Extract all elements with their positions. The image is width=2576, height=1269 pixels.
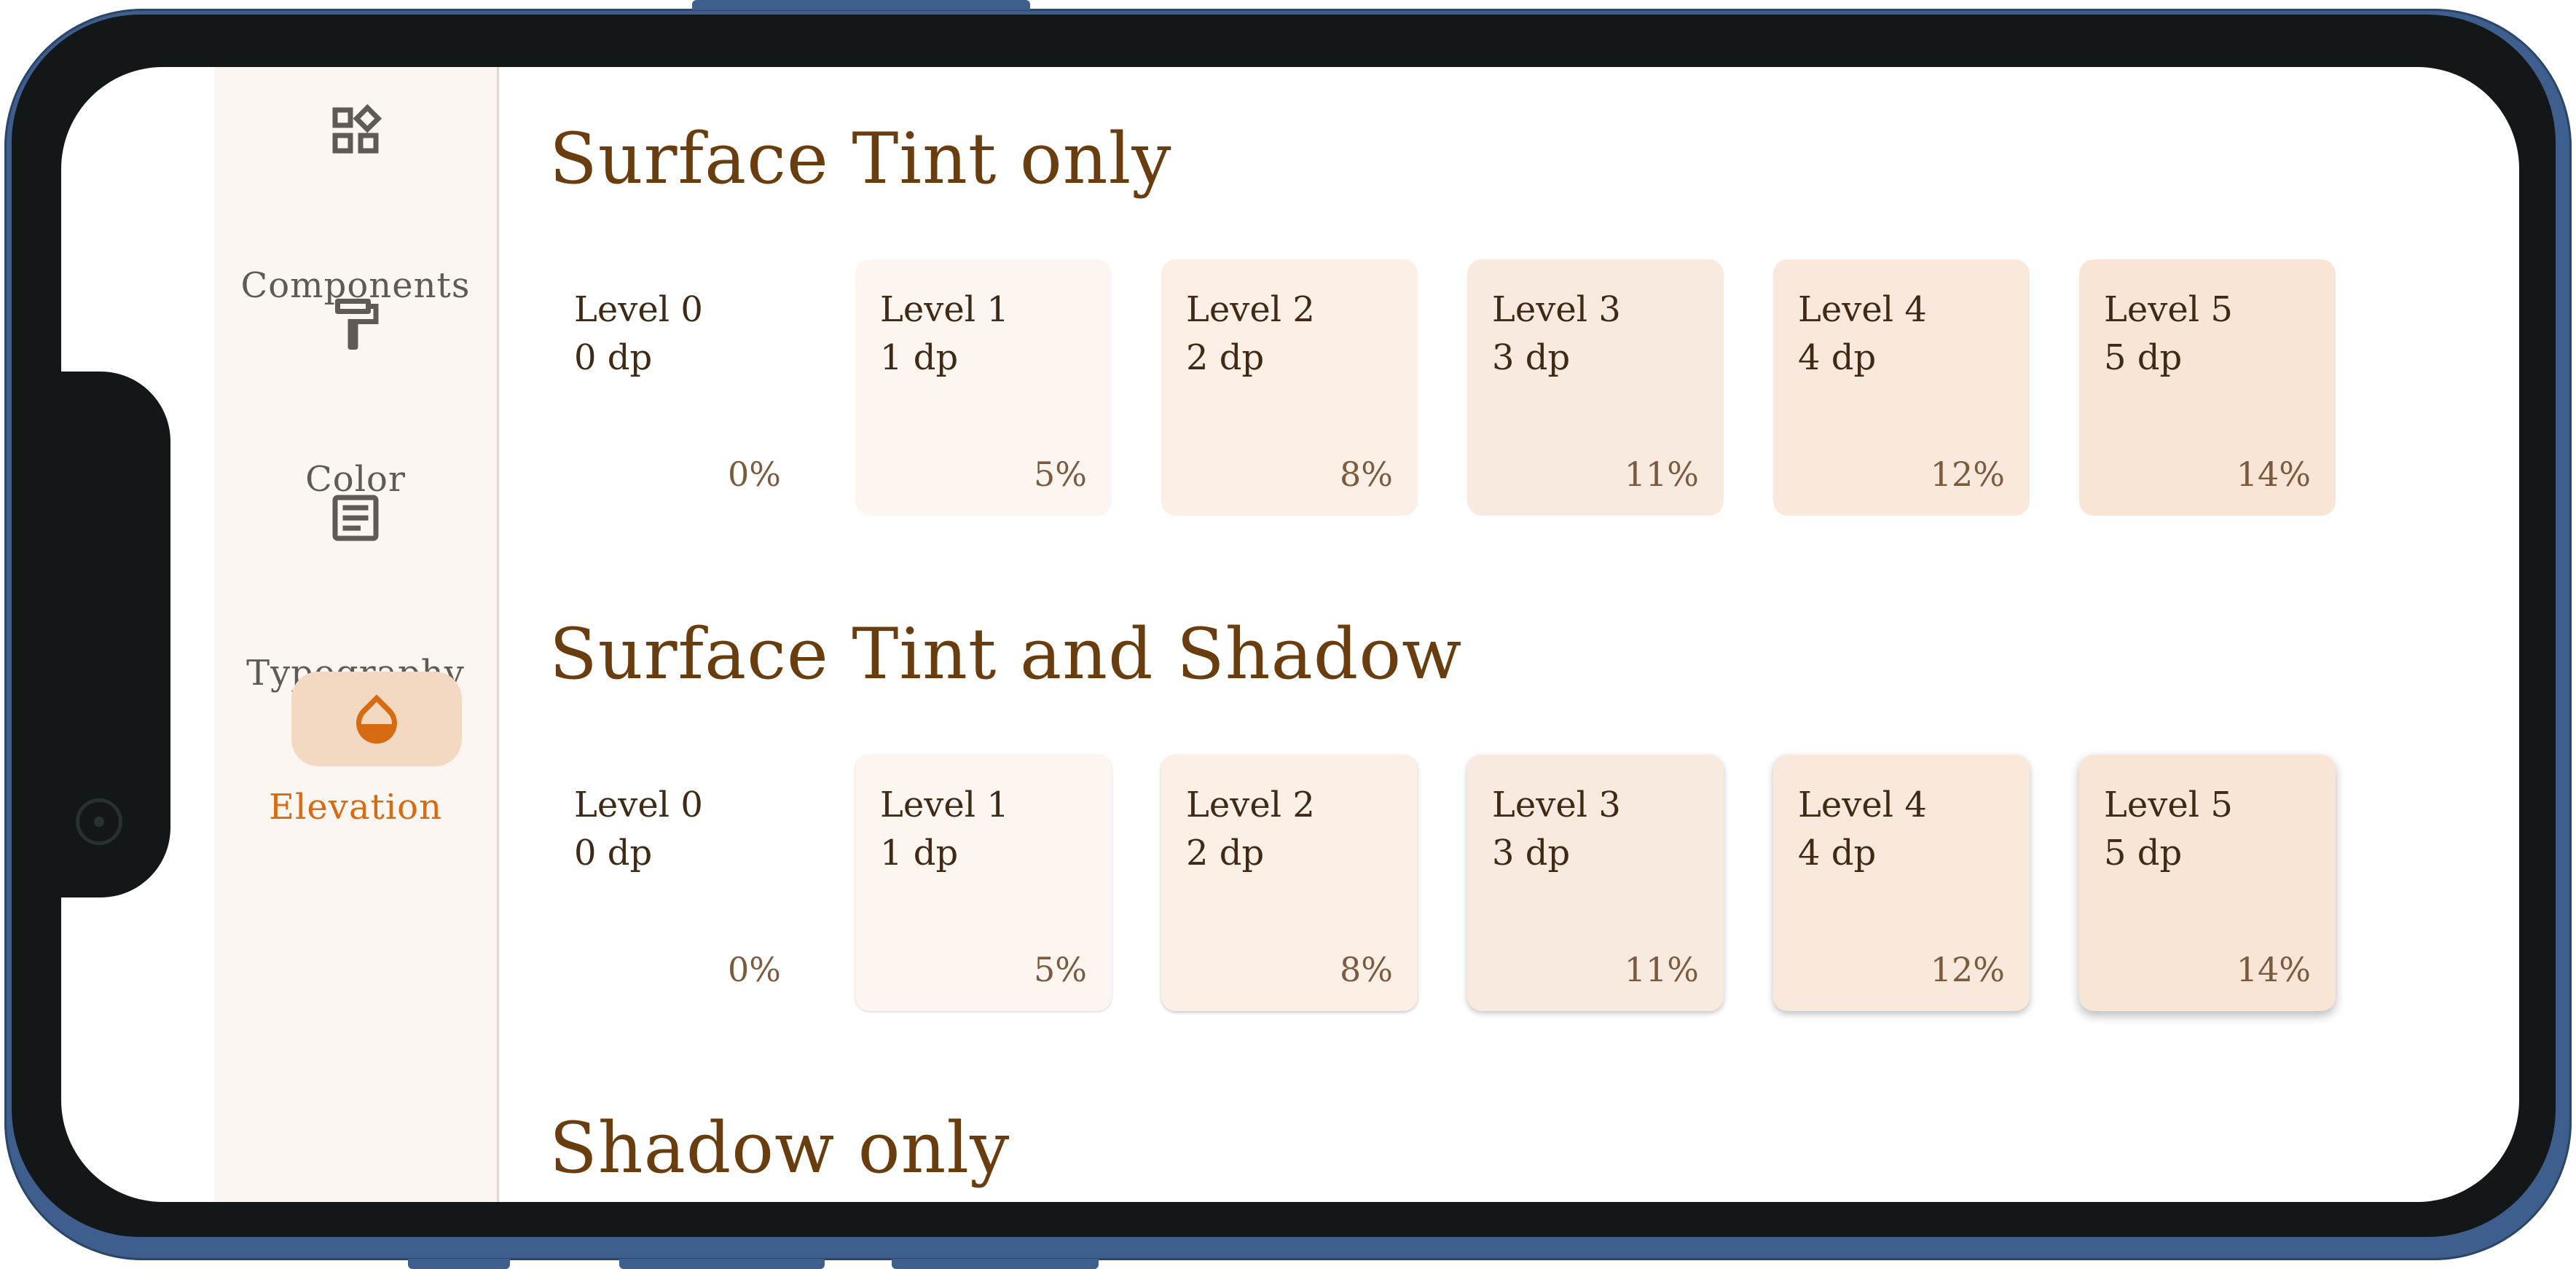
active-indicator	[291, 672, 462, 766]
card-level: Level 1	[880, 289, 1009, 330]
nav-item-typography[interactable]: Typography	[214, 491, 497, 694]
card-dp: 1 dp	[880, 833, 959, 873]
phone-bottom-button-3	[892, 1259, 1099, 1269]
card-tint-shadow-level-5: Level 5 5 dp 14%	[2079, 755, 2336, 1011]
nav-item-elevation[interactable]: Elevation	[214, 672, 497, 890]
card-percent: 12%	[1930, 950, 2005, 989]
card-dp: 5 dp	[2104, 833, 2183, 873]
card-level: Level 3	[1492, 289, 1621, 330]
card-tint-shadow-level-1: Level 1 1 dp 5%	[855, 755, 1112, 1011]
screen: Components Color Typography	[61, 67, 2519, 1202]
card-tint-shadow-level-2: Level 2 2 dp 8%	[1161, 755, 1418, 1011]
card-level: Level 2	[1186, 289, 1315, 330]
card-percent: 12%	[1930, 455, 2005, 494]
card-tint-level-0: Level 0 0 dp 0%	[549, 259, 806, 516]
card-tint-level-1: Level 1 1 dp 5%	[855, 259, 1112, 516]
card-level: Level 0	[574, 289, 703, 330]
phone-bottom-button-2	[619, 1259, 825, 1269]
card-percent: 11%	[1624, 950, 1699, 989]
card-percent: 14%	[2236, 455, 2311, 494]
nav-item-color[interactable]: Color	[214, 297, 497, 500]
card-dp: 0 dp	[574, 337, 653, 378]
card-dp: 2 dp	[1186, 833, 1265, 873]
card-level: Level 0	[574, 785, 703, 825]
card-tint-level-2: Level 2 2 dp 8%	[1161, 259, 1418, 516]
card-level: Level 3	[1492, 785, 1621, 825]
widgets-icon	[312, 103, 399, 157]
card-percent: 14%	[2236, 950, 2311, 989]
main-content: Surface Tint only Level 0 0 dp 0% Level 1…	[498, 67, 2519, 1202]
card-level: Level 4	[1798, 289, 1927, 330]
section-title-tint-and-shadow: Surface Tint and Shadow	[549, 613, 1463, 695]
card-dp: 2 dp	[1186, 337, 1265, 378]
card-tint-level-5: Level 5 5 dp 14%	[2079, 259, 2336, 516]
card-level: Level 2	[1186, 785, 1315, 825]
nav-item-components[interactable]: Components	[214, 103, 497, 306]
section-title-shadow-only: Shadow only	[549, 1107, 1010, 1189]
card-percent: 5%	[1034, 455, 1087, 494]
camera-icon	[76, 798, 122, 845]
card-percent: 8%	[1340, 455, 1393, 494]
card-percent: 8%	[1340, 950, 1393, 989]
card-percent: 11%	[1624, 455, 1699, 494]
opacity-icon	[356, 694, 397, 744]
card-dp: 1 dp	[880, 337, 959, 378]
card-level: Level 5	[2104, 785, 2233, 825]
card-tint-shadow-level-3: Level 3 3 dp 11%	[1467, 755, 1724, 1011]
card-percent: 0%	[728, 950, 781, 989]
card-percent: 5%	[1034, 950, 1087, 989]
card-tint-shadow-level-0: Level 0 0 dp 0%	[549, 755, 806, 1011]
phone-bottom-button-1	[408, 1259, 510, 1269]
card-dp: 5 dp	[2104, 337, 2183, 378]
article-icon	[312, 491, 399, 545]
phone-top-button	[692, 0, 1030, 10]
card-dp: 4 dp	[1798, 337, 1877, 378]
card-percent: 0%	[728, 455, 781, 494]
card-level: Level 4	[1798, 785, 1927, 825]
card-dp: 4 dp	[1798, 833, 1877, 873]
card-tint-shadow-level-4: Level 4 4 dp 12%	[1773, 755, 2030, 1011]
card-dp: 0 dp	[574, 833, 653, 873]
section-title-tint-only: Surface Tint only	[549, 118, 1172, 200]
nav-label-elevation: Elevation	[269, 787, 442, 828]
card-tint-level-3: Level 3 3 dp 11%	[1467, 259, 1724, 516]
card-dp: 3 dp	[1492, 337, 1571, 378]
card-level: Level 5	[2104, 289, 2233, 330]
format-paint-icon	[312, 297, 399, 351]
navigation-rail: Components Color Typography	[214, 67, 499, 1202]
card-level: Level 1	[880, 785, 1009, 825]
card-dp: 3 dp	[1492, 833, 1571, 873]
card-tint-level-4: Level 4 4 dp 12%	[1773, 259, 2030, 516]
